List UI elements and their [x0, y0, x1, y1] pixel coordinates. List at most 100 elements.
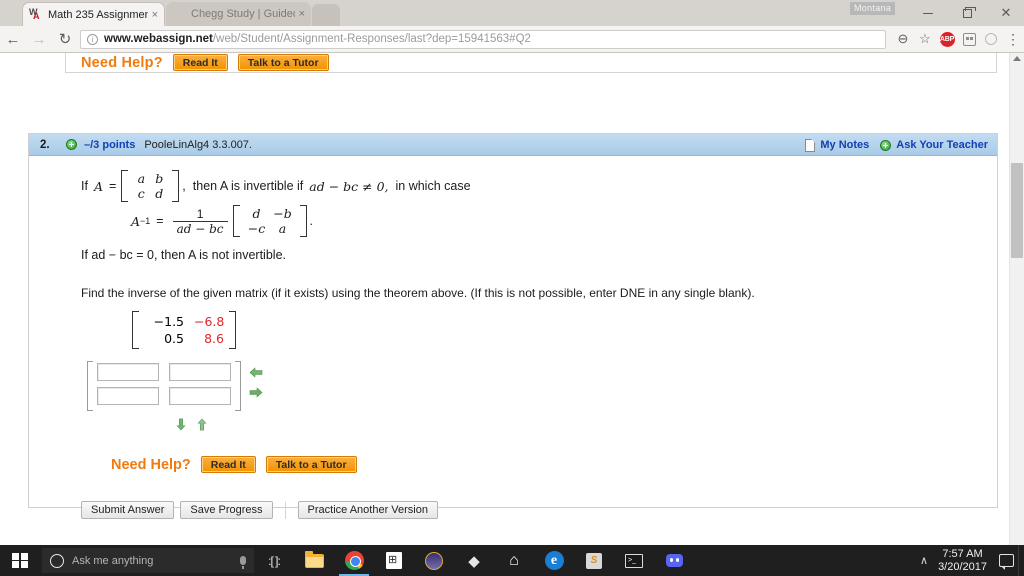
matrix-cell: d [252, 206, 261, 221]
command-prompt-button[interactable]: >_ [614, 545, 654, 576]
expand-plus-icon[interactable] [66, 139, 77, 150]
home-app-button[interactable]: ⌂ [494, 545, 534, 576]
address-bar[interactable]: i www.webassign.net/web/Student/Assignme… [80, 29, 886, 49]
close-icon[interactable]: × [299, 8, 305, 20]
adblock-plus-button[interactable]: ABP [936, 26, 958, 53]
matrix-bracket-left [132, 311, 139, 349]
theorem-singular-text: If ad − bc = 0, then A is not invertible… [81, 248, 286, 262]
window-maximize-button[interactable] [952, 0, 982, 26]
answer-input-r2c2[interactable] [169, 387, 231, 405]
ask-teacher-plus-icon [880, 139, 892, 151]
origin-app-button[interactable]: ◆ [454, 545, 494, 576]
zoom-out-icon: ⊖ [897, 31, 909, 46]
theorem-tail: in which case [395, 179, 471, 193]
new-tab-button[interactable] [312, 4, 340, 26]
arrow-right-icon[interactable] [249, 386, 263, 399]
scroll-up-icon[interactable] [1013, 56, 1021, 61]
clock[interactable]: 7:57 AM 3/20/2017 [938, 548, 987, 574]
page-scrollbar[interactable] [1009, 53, 1024, 545]
browser-tab-title: Chegg Study | Guided So [191, 8, 295, 20]
formula-period: . [309, 214, 314, 228]
zoom-out-button[interactable]: ⊖ [892, 26, 914, 53]
page-info-icon[interactable]: i [87, 33, 98, 45]
discord-button[interactable] [654, 545, 694, 576]
answer-input-r1c2[interactable] [169, 363, 231, 381]
submit-answer-button[interactable]: Submit Answer [81, 501, 175, 519]
question-card: 2. –/3 points PooleLinAlg4 3.3.007. My N… [28, 133, 998, 519]
matrix-bracket-right [172, 170, 180, 202]
bookmark-star-icon: ☆ [919, 31, 931, 46]
chrome-menu-icon: ⋮ [1006, 30, 1020, 47]
microphone-icon[interactable] [240, 556, 246, 569]
scrollbar-thumb[interactable] [1011, 163, 1023, 258]
given-matrix-cell: −6.8 [194, 314, 225, 329]
system-tray: ∧ 7:57 AM 3/20/2017 [920, 545, 1024, 576]
discord-icon [665, 554, 683, 567]
extension-button[interactable] [958, 26, 980, 53]
my-notes-link[interactable]: My Notes [820, 139, 869, 151]
save-progress-button[interactable]: Save Progress [180, 501, 273, 519]
chrome-menu-button[interactable]: ⋮ [1002, 26, 1024, 53]
matrix-bracket-right [229, 311, 236, 349]
talk-to-a-tutor-button[interactable]: Talk to a Tutor [237, 54, 329, 71]
answer-matrix [87, 361, 263, 411]
question-points[interactable]: –/3 points [84, 139, 135, 151]
microsoft-edge-button[interactable]: e [534, 545, 574, 576]
matrix-column-controls [249, 361, 263, 399]
answer-input-r1c1[interactable] [97, 363, 159, 381]
ask-your-teacher-link[interactable]: Ask Your Teacher [896, 139, 988, 151]
origin-app-icon: ◆ [468, 552, 480, 570]
close-icon[interactable]: × [152, 9, 158, 21]
planet-app-button[interactable] [414, 545, 454, 576]
answer-input-r2c1[interactable] [97, 387, 159, 405]
browser-tab-active[interactable]: WA Math 235 Assignment 5 × [22, 2, 165, 26]
theorem-line-1: If A = ab cd , then A is invertible if a… [81, 170, 471, 202]
chevron-up-icon[interactable]: ∧ [920, 554, 928, 567]
start-button[interactable] [0, 545, 40, 576]
matrix-cell: a [137, 171, 146, 186]
notes-page-icon [805, 138, 816, 152]
reload-button[interactable]: ↻ [52, 26, 78, 53]
chegg-icon [172, 7, 186, 21]
divider [284, 501, 286, 519]
previous-question-card: Need Help? Read It Talk to a Tutor [65, 53, 997, 73]
search-input[interactable]: Ask me anything [42, 548, 254, 573]
microsoft-store-icon [386, 552, 402, 569]
matrix-row-controls [174, 418, 209, 431]
inverse-fraction: 1 ad − bc [172, 206, 228, 236]
task-view-button[interactable]: :[ ]: [254, 545, 294, 576]
windows-taskbar: Ask me anything :[ ]: ◆ ⌂ e S [0, 545, 1024, 576]
arrow-down-icon[interactable] [174, 418, 188, 431]
action-center-icon[interactable] [999, 554, 1014, 570]
read-it-button[interactable]: Read It [200, 456, 256, 473]
home-app-icon: ⌂ [509, 551, 519, 569]
need-help-label: Need Help? [111, 456, 191, 473]
webassign-icon: WA [29, 6, 40, 21]
profile-name-chip[interactable]: Montana [850, 2, 896, 15]
arrow-left-icon[interactable] [249, 366, 263, 379]
theorem-clause: then A is invertible if [192, 179, 304, 193]
arrow-up-icon[interactable] [195, 418, 209, 431]
inverse-matrix: d −b −c a [240, 205, 300, 237]
bookmark-button[interactable]: ☆ [914, 26, 936, 53]
back-button[interactable]: ← [0, 26, 26, 53]
file-explorer-button[interactable] [294, 545, 334, 576]
window-minimize-button[interactable] [913, 0, 943, 26]
read-it-button[interactable]: Read It [172, 54, 228, 71]
talk-to-a-tutor-button[interactable]: Talk to a Tutor [265, 456, 357, 473]
extension-icon [962, 32, 976, 46]
forward-button[interactable]: → [26, 26, 52, 53]
theorem-var-a: A [93, 178, 103, 194]
show-desktop-button[interactable] [1018, 545, 1024, 576]
fraction-numerator: 1 [196, 206, 204, 221]
browser-tab-inactive[interactable]: Chegg Study | Guided So × [166, 2, 311, 26]
clock-time: 7:57 AM [942, 547, 983, 560]
file-explorer-icon [304, 550, 324, 568]
google-chrome-button[interactable] [334, 545, 374, 576]
window-close-button[interactable]: ✕ [991, 0, 1021, 26]
sublime-text-button[interactable]: S [574, 545, 614, 576]
practice-another-version-button[interactable]: Practice Another Version [297, 501, 438, 519]
microsoft-store-button[interactable] [374, 545, 414, 576]
question-code: PooleLinAlg4 3.3.007. [144, 138, 252, 151]
extension-circle-button[interactable] [980, 26, 1002, 53]
